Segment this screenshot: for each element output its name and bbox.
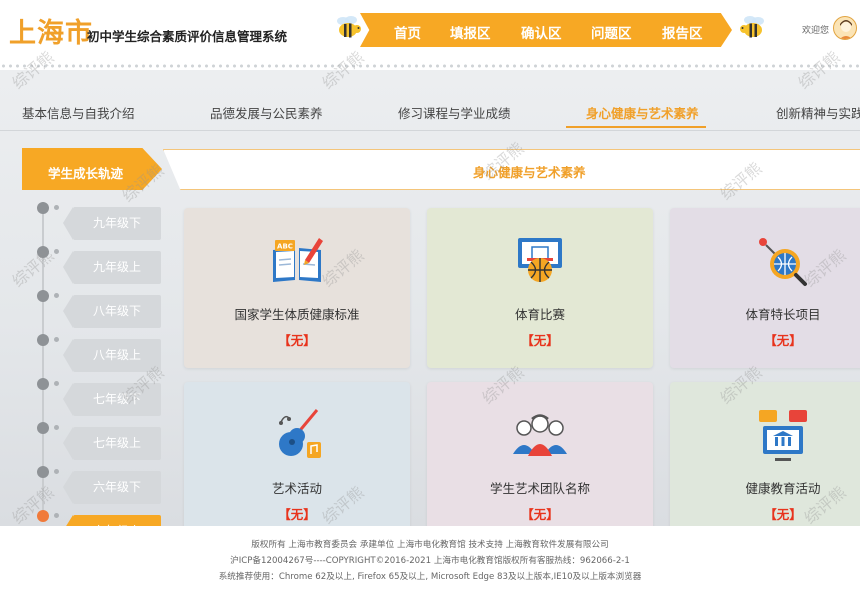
grade-item[interactable]: 七年级下: [63, 383, 161, 416]
timeline-dot: [54, 249, 59, 254]
card-status: 【无】: [764, 333, 802, 348]
grade-item[interactable]: 七年级上: [63, 427, 161, 460]
timeline-node: [37, 202, 49, 214]
main-area: 基本信息与自我介绍 品德发展与公民素养 修习课程与学业成绩 身心健康与艺术素养 …: [0, 70, 860, 526]
timeline-dot: [54, 293, 59, 298]
bee-right-icon: [740, 16, 764, 38]
grade-item[interactable]: 八年级下: [63, 295, 161, 328]
tab-health-arts[interactable]: 身心健康与艺术素养: [586, 103, 699, 122]
timeline-node: [37, 334, 49, 346]
growth-track-title: 学生成长轨迹: [48, 166, 124, 181]
card-sports-specialty[interactable]: 体育特长项目 【无】: [670, 208, 860, 368]
timeline-node: [37, 378, 49, 390]
nav-issues[interactable]: 问题区: [591, 22, 632, 42]
guitar-icon: [279, 409, 321, 458]
tab-basic-info[interactable]: 基本信息与自我介绍: [22, 103, 135, 122]
grade-item-active[interactable]: 六年级上: [63, 515, 161, 526]
active-tab-underline: [566, 126, 706, 128]
nav-report[interactable]: 报告区: [662, 22, 703, 42]
building-chat-icon: [759, 410, 807, 461]
user-avatar-icon: [839, 20, 853, 39]
card-status: 【无】: [764, 507, 802, 522]
tab-innovation-practice[interactable]: 创新精神与实践: [776, 103, 860, 122]
card-physical-health-standard[interactable]: ABC 国家学生体质健康标准 【无】: [184, 208, 410, 368]
grade-item[interactable]: 八年级上: [63, 339, 161, 372]
card-health-education[interactable]: 健康教育活动 【无】: [670, 382, 860, 526]
svg-text:ABC: ABC: [277, 243, 293, 251]
section-title: 身心健康与艺术素养: [473, 165, 586, 180]
header-dotted-divider: [0, 63, 860, 69]
card-label: 艺术活动: [271, 481, 322, 496]
card-sports-competition[interactable]: 体育比赛 【无】: [427, 208, 653, 368]
card-art-team-name[interactable]: 学生艺术团队名称 【无】: [427, 382, 653, 526]
card-label: 学生艺术团队名称: [489, 481, 590, 496]
timeline-dot: [54, 513, 59, 518]
timeline-node: [37, 466, 49, 478]
timeline-node-active: [37, 510, 49, 522]
bee-left-icon: [337, 16, 361, 38]
footer-copyright: 版权所有 上海市教育委员会 承建单位 上海市电化教育馆 技术支持 上海教育软件发…: [251, 540, 609, 550]
tab-courses-grades[interactable]: 修习课程与学业成绩: [398, 103, 511, 122]
grade-item[interactable]: 九年级下: [63, 207, 161, 240]
nav-fill[interactable]: 填报区: [450, 22, 491, 42]
city-logo: 上海市: [9, 18, 93, 49]
card-status: 【无】: [278, 507, 316, 522]
tab-moral-development[interactable]: 品德发展与公民素养: [210, 103, 323, 122]
category-tabs: 基本信息与自我介绍 品德发展与公民素养 修习课程与学业成绩 身心健康与艺术素养 …: [0, 70, 860, 132]
timeline-dot: [54, 425, 59, 430]
magnifier-globe-icon: [759, 238, 807, 286]
basketball-icon: [518, 238, 562, 282]
book-pencil-icon: ABC: [273, 238, 323, 282]
card-status: 【无】: [278, 333, 316, 348]
card-label: 健康教育活动: [745, 481, 821, 496]
footer-icp: 沪ICP备12004267号----COPYRIGHT©2016-2021 上海…: [230, 556, 630, 566]
header: 上海市 初中学生综合素质评价信息管理系统 首页 填报区 确认区 问题区 报告区 …: [0, 0, 860, 69]
nav-home[interactable]: 首页: [394, 22, 421, 42]
timeline-dot: [54, 205, 59, 210]
timeline-dot: [54, 337, 59, 342]
card-label: 体育特长项目: [745, 307, 821, 322]
card-art-activities[interactable]: 艺术活动 【无】: [184, 382, 410, 526]
timeline-node: [37, 246, 49, 258]
tab-divider: [0, 130, 860, 131]
welcome-text: 欢迎您: [802, 26, 830, 36]
timeline-node: [37, 290, 49, 302]
card-label: 体育比赛: [514, 307, 565, 322]
card-status: 【无】: [521, 333, 559, 348]
nav-confirm[interactable]: 确认区: [521, 22, 562, 42]
grade-item[interactable]: 六年级下: [63, 471, 161, 504]
timeline-node: [37, 422, 49, 434]
timeline-dot: [54, 469, 59, 474]
footer: 版权所有 上海市教育委员会 承建单位 上海市电化教育馆 技术支持 上海教育软件发…: [0, 526, 860, 596]
system-title: 初中学生综合素质评价信息管理系统: [87, 29, 288, 44]
team-people-icon: [513, 414, 567, 456]
footer-browser-note: 系统推荐使用：Chrome 62及以上, Firefox 65及以上, Micr…: [218, 572, 642, 582]
card-status: 【无】: [521, 507, 559, 522]
user-avatar[interactable]: [833, 16, 857, 40]
timeline-dot: [54, 381, 59, 386]
grade-item[interactable]: 九年级上: [63, 251, 161, 284]
card-label: 国家学生体质健康标准: [234, 307, 360, 322]
